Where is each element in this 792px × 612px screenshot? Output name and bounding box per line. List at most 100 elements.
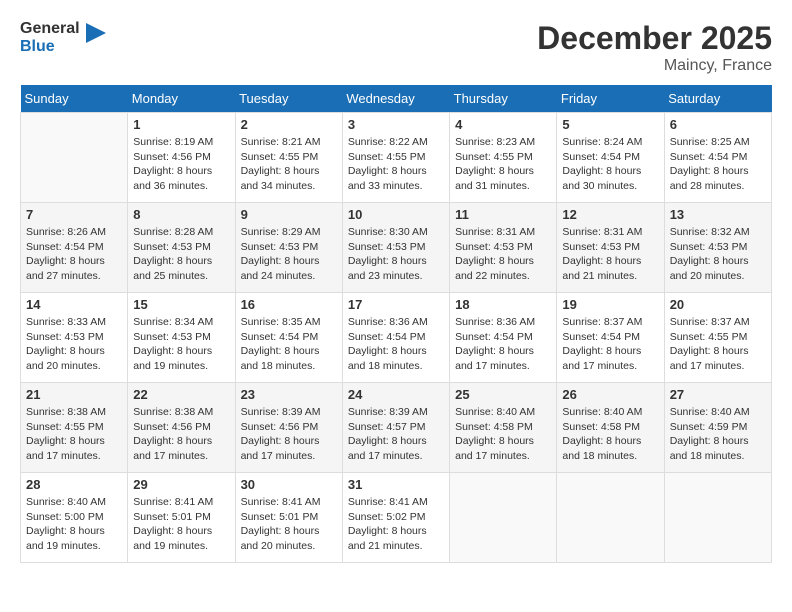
weekday-header-thursday: Thursday	[450, 85, 557, 113]
day-info: Sunrise: 8:32 AM Sunset: 4:53 PM Dayligh…	[670, 225, 766, 284]
calendar-cell: 16 Sunrise: 8:35 AM Sunset: 4:54 PM Dayli…	[235, 293, 342, 383]
day-number: 26	[562, 387, 658, 402]
day-number: 20	[670, 297, 766, 312]
day-number: 16	[241, 297, 337, 312]
calendar-cell: 11Sunrise: 8:31 AM Sunset: 4:53 PM Dayli…	[450, 203, 557, 293]
day-info: Sunrise: 8:38 AM Sunset: 4:55 PM Dayligh…	[26, 405, 122, 464]
day-info: Sunrise: 8:40 AM Sunset: 5:00 PM Dayligh…	[26, 495, 122, 554]
title-area: December 2025 Maincy, France	[537, 20, 772, 75]
day-info: Sunrise: 8:37 AM Sunset: 4:55 PM Dayligh…	[670, 315, 766, 374]
calendar-cell	[557, 473, 664, 563]
day-info: Sunrise: 8:30 AM Sunset: 4:53 PM Dayligh…	[348, 225, 444, 284]
calendar-cell: 5 Sunrise: 8:24 AM Sunset: 4:54 PM Daylig…	[557, 113, 664, 203]
day-number: 17	[348, 297, 444, 312]
day-info: Sunrise: 8:21 AM Sunset: 4:55 PM Dayligh…	[241, 135, 337, 194]
calendar-cell	[450, 473, 557, 563]
calendar-cell: 28 Sunrise: 8:40 AM Sunset: 5:00 PM Dayli…	[21, 473, 128, 563]
day-info: Sunrise: 8:19 AM Sunset: 4:56 PM Dayligh…	[133, 135, 229, 194]
weekday-header-wednesday: Wednesday	[342, 85, 449, 113]
day-info: Sunrise: 8:37 AM Sunset: 4:54 PM Dayligh…	[562, 315, 658, 374]
calendar-cell: 6 Sunrise: 8:25 AM Sunset: 4:54 PM Daylig…	[664, 113, 771, 203]
calendar-cell: 18 Sunrise: 8:36 AM Sunset: 4:54 PM Dayli…	[450, 293, 557, 383]
calendar-cell: 25 Sunrise: 8:40 AM Sunset: 4:58 PM Dayli…	[450, 383, 557, 473]
calendar-cell: 24 Sunrise: 8:39 AM Sunset: 4:57 PM Dayli…	[342, 383, 449, 473]
calendar-cell: 22 Sunrise: 8:38 AM Sunset: 4:56 PM Dayli…	[128, 383, 235, 473]
weekday-header-monday: Monday	[128, 85, 235, 113]
calendar-cell: 8Sunrise: 8:28 AM Sunset: 4:53 PM Daylig…	[128, 203, 235, 293]
weekday-header-sunday: Sunday	[21, 85, 128, 113]
day-number: 18	[455, 297, 551, 312]
day-number: 7	[26, 207, 122, 222]
day-info: Sunrise: 8:29 AM Sunset: 4:53 PM Dayligh…	[241, 225, 337, 284]
calendar-cell: 14Sunrise: 8:33 AM Sunset: 4:53 PM Dayli…	[21, 293, 128, 383]
day-info: Sunrise: 8:41 AM Sunset: 5:01 PM Dayligh…	[241, 495, 337, 554]
day-info: Sunrise: 8:26 AM Sunset: 4:54 PM Dayligh…	[26, 225, 122, 284]
calendar-cell: 9 Sunrise: 8:29 AM Sunset: 4:53 PM Daylig…	[235, 203, 342, 293]
calendar-cell: 4 Sunrise: 8:23 AM Sunset: 4:55 PM Daylig…	[450, 113, 557, 203]
calendar-cell: 23Sunrise: 8:39 AM Sunset: 4:56 PM Dayli…	[235, 383, 342, 473]
day-info: Sunrise: 8:40 AM Sunset: 4:58 PM Dayligh…	[455, 405, 551, 464]
day-number: 9	[241, 207, 337, 222]
calendar-cell: 19 Sunrise: 8:37 AM Sunset: 4:54 PM Dayli…	[557, 293, 664, 383]
day-number: 25	[455, 387, 551, 402]
day-info: Sunrise: 8:34 AM Sunset: 4:53 PM Dayligh…	[133, 315, 229, 374]
calendar-cell	[21, 113, 128, 203]
day-info: Sunrise: 8:31 AM Sunset: 4:53 PM Dayligh…	[562, 225, 658, 284]
calendar-cell: 15 Sunrise: 8:34 AM Sunset: 4:53 PM Dayli…	[128, 293, 235, 383]
day-info: Sunrise: 8:41 AM Sunset: 5:01 PM Dayligh…	[133, 495, 229, 554]
day-info: Sunrise: 8:24 AM Sunset: 4:54 PM Dayligh…	[562, 135, 658, 194]
day-info: Sunrise: 8:33 AM Sunset: 4:53 PM Dayligh…	[26, 315, 122, 374]
day-number: 1	[133, 117, 229, 132]
day-number: 27	[670, 387, 766, 402]
calendar-cell: 2 Sunrise: 8:21 AM Sunset: 4:55 PM Daylig…	[235, 113, 342, 203]
weekday-header-row: SundayMondayTuesdayWednesdayThursdayFrid…	[21, 85, 772, 113]
location-title: Maincy, France	[537, 57, 772, 75]
day-number: 3	[348, 117, 444, 132]
day-number: 10	[348, 207, 444, 222]
day-info: Sunrise: 8:36 AM Sunset: 4:54 PM Dayligh…	[455, 315, 551, 374]
calendar-cell: 21 Sunrise: 8:38 AM Sunset: 4:55 PM Dayli…	[21, 383, 128, 473]
day-info: Sunrise: 8:38 AM Sunset: 4:56 PM Dayligh…	[133, 405, 229, 464]
day-number: 2	[241, 117, 337, 132]
day-number: 6	[670, 117, 766, 132]
day-number: 28	[26, 477, 122, 492]
calendar-cell: 7 Sunrise: 8:26 AM Sunset: 4:54 PM Daylig…	[21, 203, 128, 293]
calendar-week-3: 14Sunrise: 8:33 AM Sunset: 4:53 PM Dayli…	[21, 293, 772, 383]
day-info: Sunrise: 8:40 AM Sunset: 4:58 PM Dayligh…	[562, 405, 658, 464]
day-number: 19	[562, 297, 658, 312]
day-info: Sunrise: 8:23 AM Sunset: 4:55 PM Dayligh…	[455, 135, 551, 194]
calendar-cell: 26 Sunrise: 8:40 AM Sunset: 4:58 PM Dayli…	[557, 383, 664, 473]
calendar-week-1: 1 Sunrise: 8:19 AM Sunset: 4:56 PM Daylig…	[21, 113, 772, 203]
calendar-week-4: 21 Sunrise: 8:38 AM Sunset: 4:55 PM Dayli…	[21, 383, 772, 473]
logo: General Blue	[20, 20, 106, 55]
calendar-cell: 20 Sunrise: 8:37 AM Sunset: 4:55 PM Dayli…	[664, 293, 771, 383]
header: General Blue December 2025 Maincy, Franc…	[20, 20, 772, 75]
day-info: Sunrise: 8:39 AM Sunset: 4:57 PM Dayligh…	[348, 405, 444, 464]
day-info: Sunrise: 8:25 AM Sunset: 4:54 PM Dayligh…	[670, 135, 766, 194]
calendar-cell: 17Sunrise: 8:36 AM Sunset: 4:54 PM Dayli…	[342, 293, 449, 383]
calendar-week-5: 28 Sunrise: 8:40 AM Sunset: 5:00 PM Dayli…	[21, 473, 772, 563]
day-number: 31	[348, 477, 444, 492]
calendar-cell	[664, 473, 771, 563]
day-info: Sunrise: 8:40 AM Sunset: 4:59 PM Dayligh…	[670, 405, 766, 464]
day-number: 5	[562, 117, 658, 132]
day-number: 29	[133, 477, 229, 492]
calendar-cell: 29 Sunrise: 8:41 AM Sunset: 5:01 PM Dayli…	[128, 473, 235, 563]
day-number: 4	[455, 117, 551, 132]
day-number: 13	[670, 207, 766, 222]
calendar-cell: 30 Sunrise: 8:41 AM Sunset: 5:01 PM Dayli…	[235, 473, 342, 563]
day-number: 15	[133, 297, 229, 312]
day-number: 24	[348, 387, 444, 402]
day-info: Sunrise: 8:41 AM Sunset: 5:02 PM Dayligh…	[348, 495, 444, 554]
calendar-week-2: 7 Sunrise: 8:26 AM Sunset: 4:54 PM Daylig…	[21, 203, 772, 293]
day-number: 30	[241, 477, 337, 492]
day-info: Sunrise: 8:28 AM Sunset: 4:53 PM Dayligh…	[133, 225, 229, 284]
day-number: 11	[455, 207, 551, 222]
weekday-header-saturday: Saturday	[664, 85, 771, 113]
day-number: 22	[133, 387, 229, 402]
day-info: Sunrise: 8:35 AM Sunset: 4:54 PM Dayligh…	[241, 315, 337, 374]
calendar-cell: 1 Sunrise: 8:19 AM Sunset: 4:56 PM Daylig…	[128, 113, 235, 203]
calendar-cell: 27 Sunrise: 8:40 AM Sunset: 4:59 PM Dayli…	[664, 383, 771, 473]
day-number: 21	[26, 387, 122, 402]
weekday-header-friday: Friday	[557, 85, 664, 113]
